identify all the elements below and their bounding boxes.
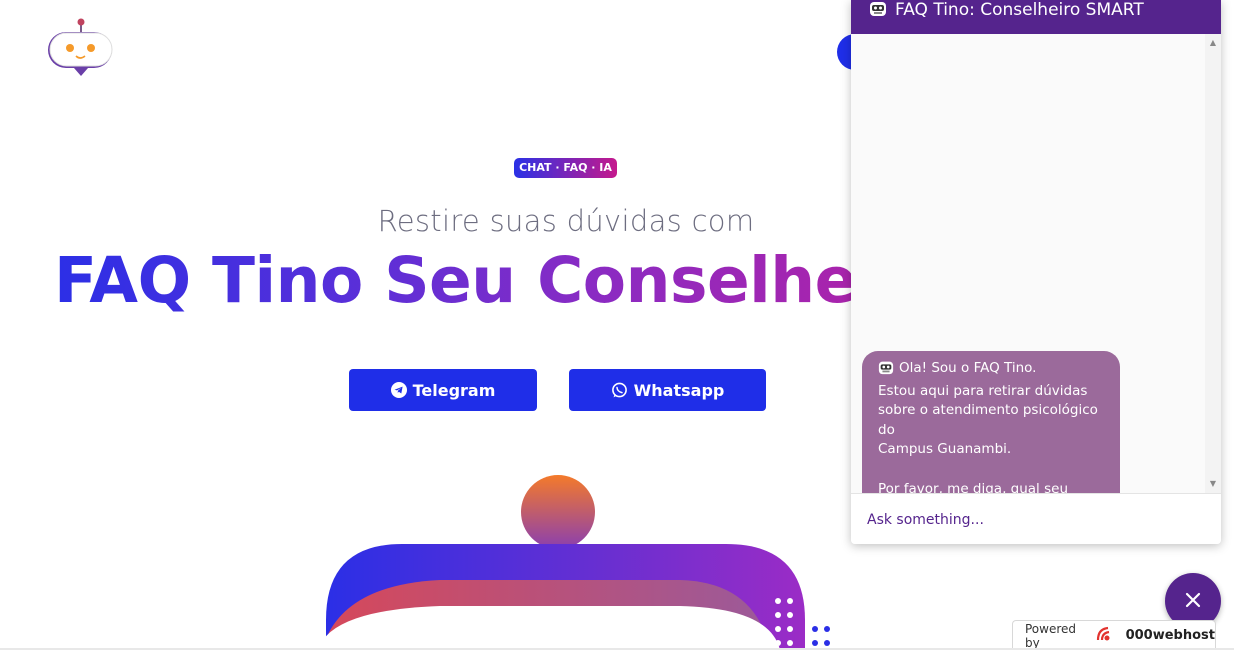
scroll-down-arrow-icon[interactable]: ▼ xyxy=(1205,477,1221,491)
robot-illustration xyxy=(300,470,860,650)
category-badge: CHAT · FAQ · IA xyxy=(514,158,617,178)
scroll-up-arrow-icon[interactable]: ▲ xyxy=(1205,36,1221,50)
message-line: Estou aqui para retirar dúvidas xyxy=(878,382,1088,399)
close-icon xyxy=(1185,592,1201,611)
bot-avatar-icon xyxy=(878,359,894,382)
message-spacer xyxy=(878,460,1104,480)
telegram-button[interactable]: Telegram xyxy=(349,369,537,411)
telegram-icon xyxy=(390,382,407,398)
whatsapp-button-label: Whatsapp xyxy=(633,380,725,400)
hero-headline: FAQ Tino Seu Conselheiro xyxy=(54,244,952,317)
chat-panel: FAQ Tino: Conselheiro SMART Ola! Sou o F… xyxy=(851,0,1221,544)
telegram-button-label: Telegram xyxy=(412,380,496,400)
whatsapp-button[interactable]: Whatsapp xyxy=(569,369,766,411)
powered-by-brand: 000webhost xyxy=(1125,628,1215,643)
webhost-logo-icon xyxy=(1094,625,1118,647)
chat-messages[interactable]: Ola! Sou o FAQ Tino. Estou aqui para ret… xyxy=(851,34,1221,527)
message-line: Ola! Sou o FAQ Tino. xyxy=(878,359,1104,382)
message-line: Campus Guanambi. xyxy=(878,441,1012,458)
chat-input-bar xyxy=(851,493,1221,544)
chat-title: FAQ Tino: Conselheiro SMART xyxy=(895,0,1144,20)
bot-avatar-icon xyxy=(869,0,887,21)
chat-scrollbar[interactable]: ▲ ▼ xyxy=(1205,34,1221,493)
powered-by-label: Powered by xyxy=(1025,621,1077,650)
message-line: sobre o atendimento psicológico do xyxy=(878,402,1098,438)
robot-logo-icon[interactable] xyxy=(44,16,116,82)
whatsapp-icon xyxy=(611,382,628,399)
chat-header: FAQ Tino: Conselheiro SMART xyxy=(851,0,1221,34)
powered-by-badge[interactable]: Powered by 000webhost xyxy=(1012,620,1216,650)
chat-input[interactable] xyxy=(865,506,1199,534)
